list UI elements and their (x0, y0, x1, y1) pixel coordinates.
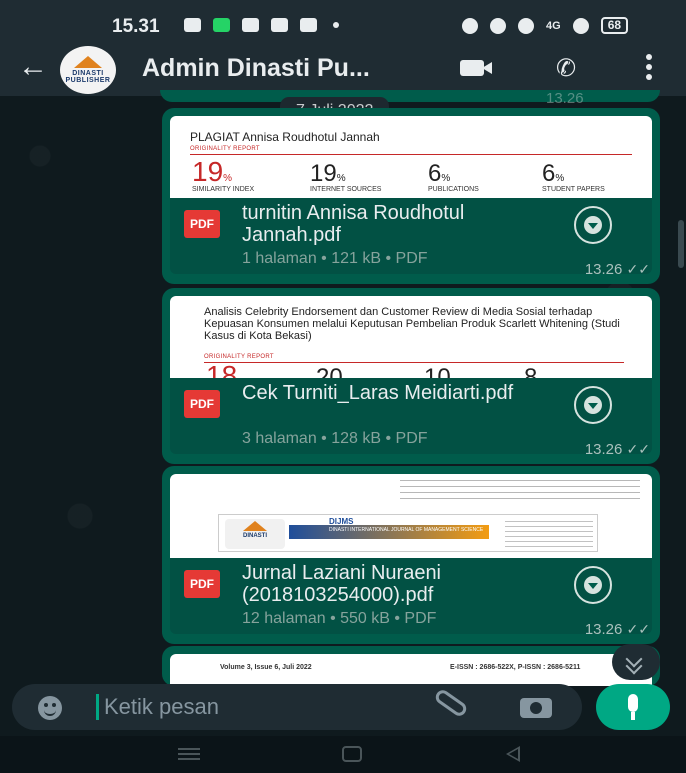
student-papers-value: 8% (524, 364, 546, 378)
gallery-icon (300, 18, 317, 32)
stat-label: STUDENT PAPERS (542, 186, 605, 193)
alarm-icon (462, 17, 478, 34)
message-composer[interactable] (12, 684, 582, 730)
chat-header: ← DINASTI PUBLISHER Admin Dinasti Pu... … (0, 44, 686, 96)
back-icon[interactable] (506, 746, 520, 762)
more-notifications-dot-icon (333, 22, 339, 28)
notification-icons (184, 18, 339, 32)
battery-icon: 68 (600, 17, 629, 34)
system-icons: 4G 68 (462, 17, 629, 34)
document-message[interactable]: DINASTI DIJMS DINASTI INTERNATIONAL JOUR… (162, 466, 660, 644)
double-check-icon: ✓✓ (626, 621, 650, 637)
stat-label: INTERNET SOURCES (310, 186, 382, 193)
avatar-text: DINASTI PUBLISHER (65, 70, 111, 84)
stat-label: PUBLICATIONS (428, 186, 479, 193)
document-preview[interactable]: Analisis Celebrity Endorsement dan Custo… (170, 296, 652, 378)
logo-text: DINASTI (243, 533, 267, 539)
camera-icon[interactable] (520, 698, 552, 718)
avatar-logo-icon (74, 56, 102, 68)
whatsapp-chat-screen: 15.31 4G 68 ← DINASTI PUBLISHER Admin Di… (0, 0, 686, 773)
file-info-bar[interactable]: PDF Jurnal Laziani Nuraeni (201810325400… (170, 558, 652, 634)
publications-value: 6% (428, 160, 451, 187)
scroll-down-button[interactable] (612, 644, 660, 680)
home-icon[interactable] (342, 746, 362, 762)
message-time: 13.26 ✓✓ (584, 261, 650, 278)
download-icon[interactable] (574, 206, 612, 244)
double-check-icon: ✓✓ (626, 441, 650, 457)
message-app-icon (213, 18, 230, 32)
volume-label: Volume 3, Issue 6, Juli 2022 (220, 664, 312, 671)
recents-icon[interactable] (178, 748, 200, 760)
journal-contact-lines (505, 521, 593, 547)
internet-sources-value: 20% (316, 364, 352, 378)
publications-value: 10% (424, 364, 460, 378)
mic-icon[interactable] (596, 684, 670, 730)
paperclip-icon[interactable] (433, 687, 469, 719)
preview-title: PLAGIAT Annisa Roudhotul Jannah (190, 130, 380, 144)
mute-icon (490, 17, 506, 34)
pdf-file-icon: PDF (184, 210, 220, 238)
phone-icon[interactable]: ✆ (556, 54, 576, 83)
journal-full-name: DINASTI INTERNATIONAL JOURNAL OF MANAGEM… (329, 527, 484, 533)
volte-icon (518, 17, 534, 34)
originality-label: ORIGINALITY REPORT (190, 146, 260, 152)
similarity-index-value: 18% (206, 360, 246, 378)
student-papers-value: 6% (542, 160, 565, 187)
file-name: Jurnal Laziani Nuraeni (2018103254000).p… (242, 562, 442, 606)
file-info-bar[interactable]: PDF Cek Turniti_Laras Meidiarti.pdf 3 ha… (170, 378, 652, 454)
file-meta: 3 halaman • 128 kB • PDF (242, 430, 428, 447)
journal-banner: DINASTI DIJMS DINASTI INTERNATIONAL JOUR… (218, 514, 598, 552)
emoji-icon[interactable] (38, 696, 62, 720)
avatar[interactable]: DINASTI PUBLISHER (60, 46, 116, 94)
double-check-icon: ✓✓ (626, 261, 650, 277)
file-meta: 12 halaman • 550 kB • PDF (242, 610, 437, 627)
text-cursor (96, 694, 99, 720)
stat-label: SIMILARITY INDEX (192, 186, 255, 193)
contact-name[interactable]: Admin Dinasti Pu... (142, 54, 370, 83)
network-type-label: 4G (546, 19, 561, 32)
preview-title: Analisis Celebrity Endorsement dan Custo… (204, 306, 620, 342)
internet-sources-value: 19% (310, 160, 346, 187)
divider (190, 154, 632, 155)
document-message[interactable]: PLAGIAT Annisa Roudhotul Jannah ORIGINAL… (162, 108, 660, 284)
document-preview[interactable]: DINASTI DIJMS DINASTI INTERNATIONAL JOUR… (170, 474, 652, 558)
more-vert-icon[interactable] (646, 54, 652, 80)
file-name: turnitin Annisa Roudhotul Jannah.pdf (242, 202, 465, 246)
video-call-icon[interactable] (460, 60, 492, 76)
arrow-left-icon[interactable]: ← (18, 52, 48, 82)
system-nav-bar (0, 736, 686, 773)
logo-roof-icon (243, 521, 267, 531)
document-preview[interactable]: Volume 3, Issue 6, Juli 2022 E-ISSN : 26… (170, 654, 652, 686)
document-preview[interactable]: PLAGIAT Annisa Roudhotul Jannah ORIGINAL… (170, 116, 652, 198)
issn-label: E-ISSN : 2686-522X, P-ISSN : 2686-5211 (450, 664, 581, 671)
download-icon[interactable] (574, 386, 612, 424)
scrollbar[interactable] (678, 220, 684, 268)
signal-icon (572, 17, 589, 34)
message-input[interactable] (104, 694, 404, 720)
shopping-bag-icon (184, 18, 201, 32)
file-meta: 1 halaman • 121 kB • PDF (242, 250, 428, 267)
email-icon (271, 18, 288, 32)
status-time: 15.31 (112, 16, 160, 37)
previous-message-bubble[interactable] (160, 90, 660, 102)
previous-message-time: 13.26 (546, 90, 584, 107)
message-time: 13.26 ✓✓ (584, 621, 650, 638)
file-info-bar[interactable]: PDF turnitin Annisa Roudhotul Jannah.pdf… (170, 198, 652, 274)
journal-logo: DINASTI (225, 519, 285, 549)
article-header-lines (400, 480, 640, 504)
document-message[interactable]: Volume 3, Issue 6, Juli 2022 E-ISSN : 26… (162, 646, 660, 686)
divider (204, 362, 624, 363)
similarity-index-value: 19% (192, 156, 233, 187)
journal-short-name: DIJMS (329, 517, 354, 526)
download-icon[interactable] (574, 566, 612, 604)
app-notification-icon (242, 18, 259, 32)
message-time: 13.26 ✓✓ (584, 441, 650, 458)
document-message[interactable]: Analisis Celebrity Endorsement dan Custo… (162, 288, 660, 464)
pdf-file-icon: PDF (184, 390, 220, 418)
pdf-file-icon: PDF (184, 570, 220, 598)
file-name: Cek Turniti_Laras Meidiarti.pdf (242, 382, 514, 404)
